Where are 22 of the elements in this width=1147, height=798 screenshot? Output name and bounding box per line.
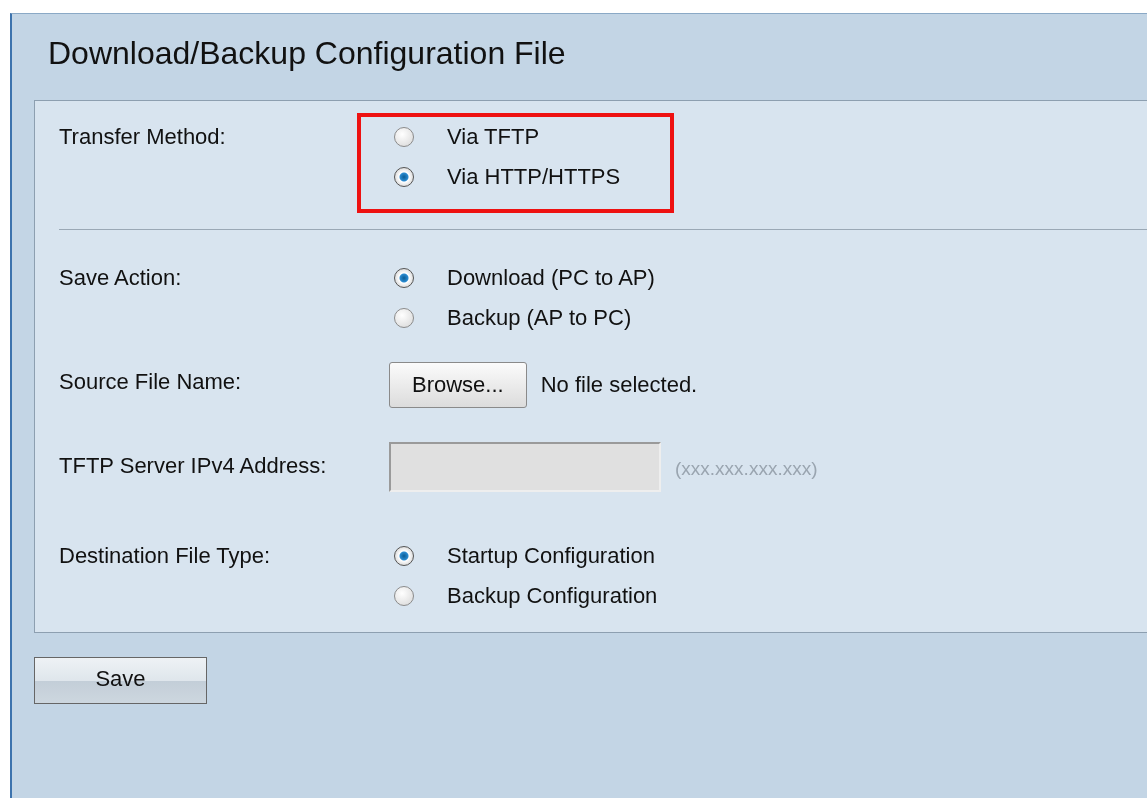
browse-button[interactable]: Browse...	[389, 362, 527, 408]
option-label[interactable]: Startup Configuration	[447, 536, 655, 576]
radio-button[interactable]	[394, 167, 414, 187]
page-title: Download/Backup Configuration File	[47, 34, 567, 73]
radio-button[interactable]	[394, 546, 414, 566]
radio-button[interactable]	[394, 127, 414, 147]
file-status: No file selected.	[540, 371, 698, 399]
format-hint: (xxx.xxx.xxx.xxx)	[675, 457, 818, 481]
save-button[interactable]: Save	[34, 657, 207, 704]
field-label: TFTP Server IPv4 Address:	[59, 452, 328, 480]
option-label[interactable]: Via TFTP	[447, 117, 540, 157]
field-label: Source File Name:	[59, 368, 243, 396]
option-label[interactable]: Download (PC to AP)	[447, 258, 655, 298]
radio-button[interactable]	[394, 268, 414, 288]
field-label: Transfer Method:	[59, 123, 227, 151]
field-label: Destination File Type:	[59, 542, 272, 570]
radio-button[interactable]	[394, 586, 414, 606]
option-label[interactable]: Backup Configuration	[447, 576, 658, 616]
radio-button[interactable]	[394, 308, 414, 328]
option-label[interactable]: Backup (AP to PC)	[447, 298, 632, 338]
option-label[interactable]: Via HTTP/HTTPS	[447, 157, 621, 197]
field-label: Save Action:	[59, 264, 183, 292]
